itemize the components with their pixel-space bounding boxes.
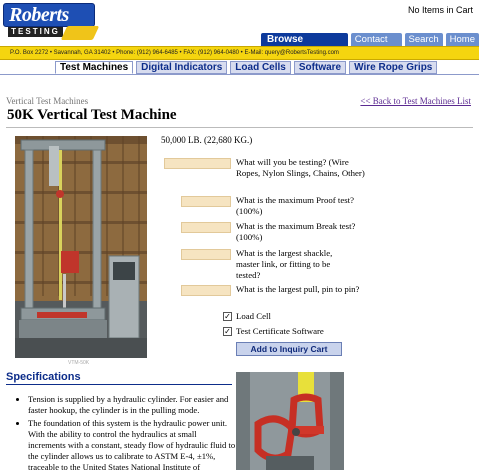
list-item: Tension is supplied by a hydraulic cylin… <box>28 394 236 416</box>
search-button[interactable]: Search <box>404 33 443 46</box>
shackle-photo <box>236 372 344 470</box>
tab-software[interactable]: Software <box>293 61 347 74</box>
contact-us-button[interactable]: Contact Us <box>350 33 402 58</box>
load-cell-checkbox[interactable]: ✓ <box>223 312 232 321</box>
home-button[interactable]: Home <box>445 33 479 46</box>
breadcrumb[interactable]: Vertical Test Machines <box>6 96 88 106</box>
title-divider <box>6 127 473 128</box>
top-navigation: Browse Products Contact Us Search Home <box>261 33 479 58</box>
page-title: 50K Vertical Test Machine <box>7 107 177 123</box>
tab-underline <box>0 74 479 75</box>
max-pull-question: What is the largest pull, pin to pin? <box>236 284 360 294</box>
specifications-list: Tension is supplied by a hydraulic cylin… <box>18 394 236 475</box>
list-item: The foundation of this system is the hyd… <box>28 418 236 473</box>
logo-swoosh-icon <box>60 26 100 40</box>
load-cell-label: Load Cell <box>236 311 271 321</box>
test-certificate-label: Test Certificate Software <box>236 326 324 336</box>
specifications-underline <box>6 384 232 385</box>
category-tabs: Test Machines Digital Indicators Load Ce… <box>55 61 438 74</box>
back-link[interactable]: << Back to Test Machines List <box>360 96 471 106</box>
product-photo <box>15 136 147 358</box>
specifications-heading: Specifications <box>6 371 81 383</box>
proof-test-question: What is the maximum Proof test? (100%) <box>236 195 355 216</box>
shackle-image <box>236 372 344 470</box>
tab-wire-rope-grips[interactable]: Wire Rope Grips <box>349 61 438 74</box>
cart-status[interactable]: No Items in Cart <box>408 5 473 15</box>
fitting-size-question: What is the largest shackle, master link… <box>236 248 333 280</box>
photo-caption: VTM-50K <box>68 360 90 366</box>
capacity-label: 50,000 LB. (22,680 KG.) <box>161 135 253 145</box>
proof-test-input[interactable] <box>181 196 231 207</box>
logo-subtitle: TESTING <box>8 27 63 37</box>
tab-load-cells[interactable]: Load Cells <box>230 61 291 74</box>
max-pull-input[interactable] <box>181 285 231 296</box>
fitting-size-input[interactable] <box>181 249 231 260</box>
add-to-inquiry-cart-button[interactable]: Add to Inquiry Cart <box>236 342 342 356</box>
browse-products-button[interactable]: Browse Products <box>261 33 348 58</box>
testing-question: What will you be testing? (Wire Ropes, N… <box>236 157 365 178</box>
contact-bar: P.O. Box 2272 • Savannah, GA 31402 • Pho… <box>0 46 479 60</box>
test-machine-image <box>15 136 147 358</box>
break-test-question: What is the maximum Break test? (100%) <box>236 221 356 242</box>
logo-wordmark: Roberts <box>3 3 95 27</box>
test-certificate-checkbox[interactable]: ✓ <box>223 327 232 336</box>
tab-test-machines[interactable]: Test Machines <box>55 61 134 74</box>
tab-digital-indicators[interactable]: Digital Indicators <box>136 61 228 74</box>
testing-input[interactable] <box>164 158 231 169</box>
break-test-input[interactable] <box>181 222 231 233</box>
